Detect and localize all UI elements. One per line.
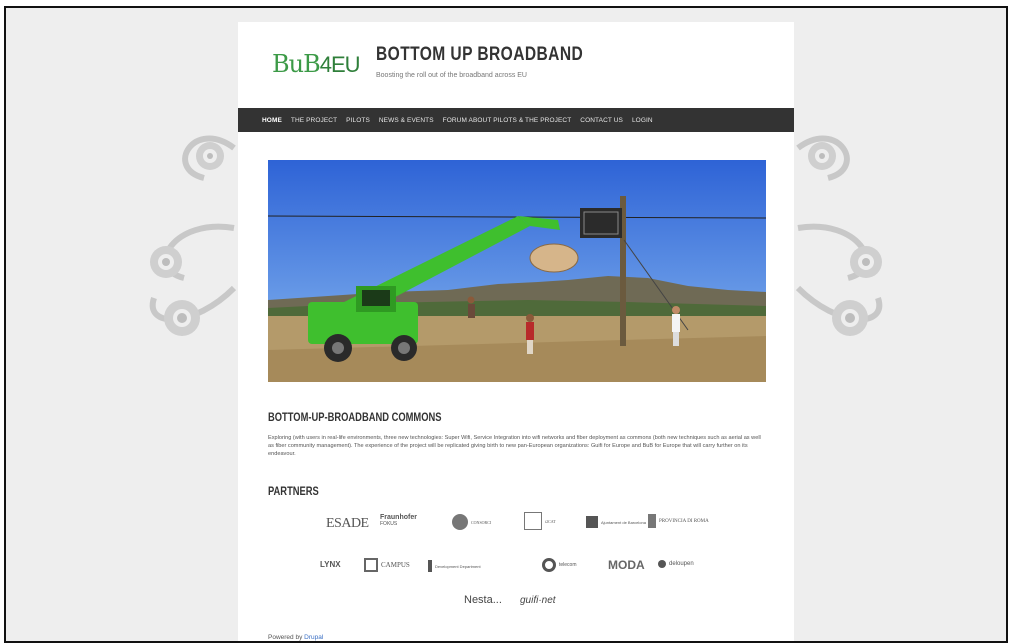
- partner-logo-provincia[interactable]: PROVINCIA DI ROMA: [648, 514, 709, 528]
- partner-nesta-text: Nesta...: [464, 594, 502, 606]
- partner-logo-ajuntament[interactable]: Ajuntament de Barcelona: [586, 516, 646, 528]
- nav-item-the-project[interactable]: The Project: [291, 117, 337, 124]
- page-container: BuB4EU BOTTOM UP BROADBAND Boosting the …: [238, 22, 794, 641]
- provincia-crest-icon: [648, 514, 656, 528]
- hero-photo-illustration: [268, 160, 766, 382]
- main-body-text: Exploring (with users in real-life envir…: [268, 435, 761, 457]
- partner-logo-box[interactable]: i2CAT: [524, 512, 556, 530]
- circle-logo-icon: [452, 514, 468, 530]
- partner-lynx-text: LYNX: [320, 560, 341, 569]
- partners-heading: PARTNERS: [268, 484, 319, 498]
- nav-item-forum[interactable]: Forum about pilots & the project: [443, 117, 572, 124]
- partner-fraunhofer-text: Fraunhofer: [380, 514, 417, 521]
- nav-item-pilots[interactable]: Pilots: [346, 117, 370, 124]
- department-logo-icon: [428, 560, 432, 572]
- campus-logo-icon: [364, 558, 378, 572]
- right-swirl-ornament: [795, 135, 883, 336]
- main-heading: BOTTOM-UP-BROADBAND COMMONS: [268, 410, 442, 424]
- site-title[interactable]: BOTTOM UP BROADBAND: [376, 44, 583, 66]
- footer-drupal-link[interactable]: Drupal: [304, 634, 323, 641]
- partner-logo-fraunhofer[interactable]: Fraunhofer FOKUS: [380, 514, 417, 527]
- partner-fraunhofer-sub: FOKUS: [380, 521, 398, 527]
- main-navigation: Home The Project Pilots News & Events Fo…: [238, 108, 794, 132]
- nav-item-news-events[interactable]: News & Events: [379, 117, 434, 124]
- partner-wide-text: telecom: [559, 562, 577, 568]
- hero-image: [268, 160, 766, 382]
- partner-logo-guifi[interactable]: guifi·net: [520, 595, 556, 606]
- left-swirl-ornament: [149, 135, 237, 336]
- logo-suffix-text: 4EU: [319, 52, 361, 77]
- footer-powered-by: Powered by: [268, 634, 303, 641]
- main-content: BOTTOM-UP-BROADBAND COMMONS Exploring (w…: [268, 410, 768, 458]
- partner-logo-campus[interactable]: CAMPUS: [364, 558, 410, 572]
- nav-item-contact-us[interactable]: Contact us: [580, 117, 623, 124]
- ajuntament-logo-icon: [586, 516, 598, 528]
- partner-department-text: Development Department: [435, 563, 481, 569]
- deloupen-logo-icon: [658, 560, 666, 568]
- partner-guifi-text: guifi·net: [520, 595, 556, 606]
- site-logo[interactable]: BuB4EU: [272, 50, 361, 78]
- partners-logos: ESADE Fraunhofer FOKUS CONSORCI i2CAT Aj…: [268, 508, 766, 618]
- box-logo-icon: [524, 512, 542, 530]
- site-footer: Powered by Drupal: [268, 634, 323, 641]
- partner-logo-esade[interactable]: ESADE: [326, 516, 369, 532]
- logo-main-text: BuB: [272, 50, 321, 78]
- nav-item-login[interactable]: Login: [632, 117, 653, 124]
- partner-logo-circle[interactable]: CONSORCI: [452, 514, 491, 530]
- partner-circle-text: CONSORCI: [471, 519, 492, 525]
- partner-logo-department[interactable]: Development Department: [428, 560, 481, 572]
- browser-frame: BuB4EU BOTTOM UP BROADBAND Boosting the …: [4, 6, 1008, 643]
- wide-logo-icon: [542, 558, 556, 572]
- partner-logo-deloupen[interactable]: deloupen: [658, 560, 694, 568]
- partner-logo-moda[interactable]: MODA: [608, 558, 645, 572]
- partner-logo-nesta[interactable]: Nesta...: [464, 594, 502, 606]
- partner-esade-text: ESADE: [326, 516, 369, 531]
- partner-logo-lynx[interactable]: LYNX: [320, 560, 341, 569]
- partner-logo-wide[interactable]: telecom: [542, 558, 577, 572]
- partner-campus-text: CAMPUS: [381, 561, 410, 569]
- partner-deloupen-text: deloupen: [669, 561, 694, 567]
- partner-moda-text: MODA: [608, 558, 645, 572]
- partner-ajuntament-text: Ajuntament de Barcelona: [601, 519, 646, 525]
- site-header: BuB4EU BOTTOM UP BROADBAND Boosting the …: [238, 22, 794, 102]
- site-slogan: Boosting the roll out of the broadband a…: [376, 72, 527, 79]
- nav-item-home[interactable]: Home: [262, 117, 282, 124]
- partner-box-text: i2CAT: [545, 518, 556, 524]
- partner-provincia-text: PROVINCIA DI ROMA: [659, 518, 709, 524]
